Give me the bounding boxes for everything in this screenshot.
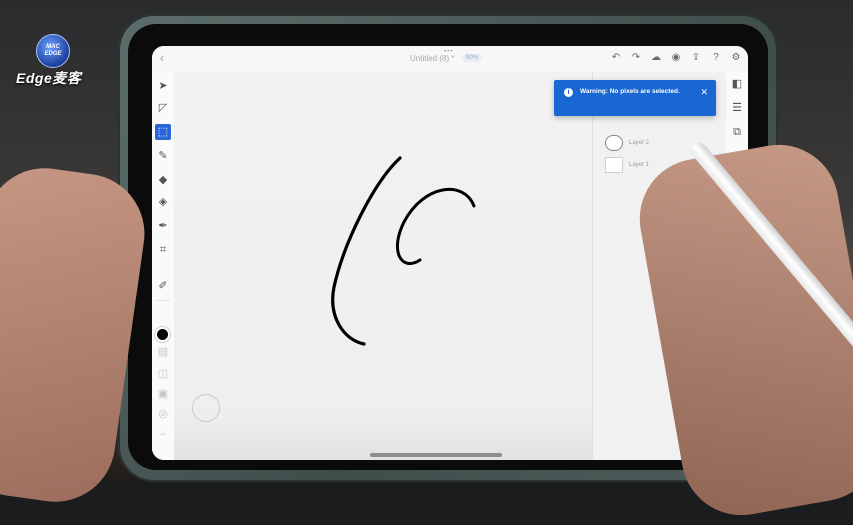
fill-icon[interactable]: ◈ bbox=[155, 194, 171, 210]
toolbar-divider bbox=[156, 300, 170, 301]
share-icon[interactable]: ⇪ bbox=[690, 52, 702, 64]
pen-icon[interactable]: ✒ bbox=[155, 218, 171, 234]
top-right-toolbar: ↶ ↷ ☁ ◉ ⇪ ? ⚙ bbox=[610, 52, 742, 64]
account-icon[interactable]: ◉ bbox=[670, 52, 682, 64]
watermark-logo: MAC EDGE bbox=[36, 34, 70, 68]
close-icon[interactable]: ✕ bbox=[700, 87, 708, 98]
layers-stack-icon[interactable]: ◧ bbox=[729, 76, 745, 92]
home-indicator bbox=[370, 453, 502, 457]
settings-icon[interactable]: ⚙ bbox=[730, 52, 742, 64]
drawing-canvas[interactable] bbox=[174, 72, 592, 460]
stroke-c-curve bbox=[395, 188, 476, 265]
smudge-icon[interactable]: ◎ bbox=[155, 406, 171, 422]
stroke-left-arc bbox=[331, 156, 402, 346]
zoom-level[interactable]: 90% bbox=[462, 54, 483, 62]
crop-icon[interactable]: ⌗ bbox=[155, 242, 171, 258]
warning-message: Warning: No pixels are selected. bbox=[580, 88, 680, 95]
left-toolbar: ➤ ◸ ⬚ ✎ ◆ ◈ ✒ ⌗ ✐ ▤ ◫ ▣ ◎ – bbox=[152, 72, 175, 460]
undo-icon[interactable]: ↶ bbox=[610, 52, 622, 64]
brush-icon[interactable]: ✎ bbox=[155, 148, 171, 164]
ink-strokes bbox=[331, 156, 476, 346]
cloud-icon[interactable]: ☁ bbox=[650, 52, 662, 64]
watermark-brand: Edge麦客 bbox=[16, 70, 82, 86]
layer-thumbnail bbox=[605, 135, 623, 151]
top-bar: ‹ ••• Untitled (8) * 90% ↶ ↷ ☁ ◉ ⇪ ? ⚙ bbox=[152, 46, 748, 72]
info-icon: i bbox=[564, 88, 573, 97]
warning-toast: i Warning: No pixels are selected. ✕ bbox=[554, 80, 716, 116]
redo-icon[interactable]: ↷ bbox=[630, 52, 642, 64]
adjustments-sliders-icon[interactable]: ⧉ bbox=[729, 124, 745, 140]
mask-icon[interactable]: ▣ bbox=[155, 386, 171, 402]
adjust-icon[interactable]: ◫ bbox=[155, 366, 171, 382]
help-icon[interactable]: ? bbox=[710, 52, 722, 64]
layer-thumbnail bbox=[605, 157, 623, 173]
layer-row-1[interactable]: Layer 1 bbox=[605, 156, 649, 174]
selection-rect-icon[interactable]: ⬚ bbox=[155, 124, 171, 140]
back-chevron-icon[interactable]: ‹ bbox=[160, 51, 164, 65]
layer-icon[interactable]: ▤ bbox=[155, 344, 171, 360]
eyedropper-icon[interactable]: ✐ bbox=[155, 278, 171, 294]
layer-label: Layer 2 bbox=[629, 140, 650, 146]
eraser-icon[interactable]: ◆ bbox=[155, 172, 171, 188]
layer-row-2[interactable]: Layer 2 bbox=[605, 134, 649, 152]
layer-properties-icon[interactable]: ☰ bbox=[729, 100, 745, 116]
lasso-icon[interactable]: ◸ bbox=[155, 100, 171, 116]
layer-label: Layer 1 bbox=[629, 162, 650, 168]
document-title: Untitled (8) * bbox=[410, 54, 455, 63]
color-swatch[interactable] bbox=[157, 329, 168, 340]
more-icon[interactable]: – bbox=[155, 426, 171, 442]
select-arrow-icon[interactable]: ➤ bbox=[155, 78, 171, 94]
